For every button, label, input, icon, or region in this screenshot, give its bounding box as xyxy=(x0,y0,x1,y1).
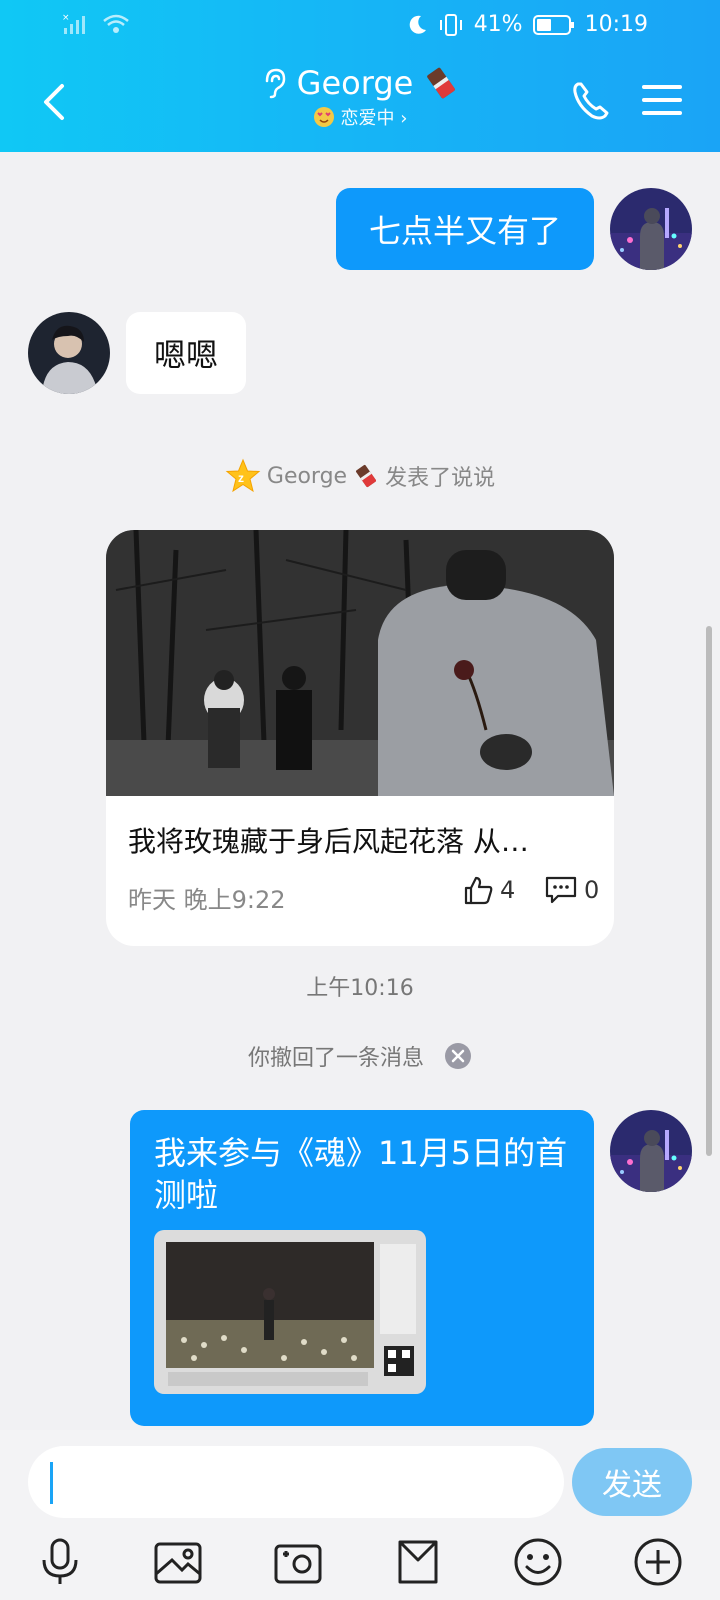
relationship-status: 恋爱中 › xyxy=(340,108,408,129)
avatar-image xyxy=(610,188,692,270)
shared-post-card[interactable]: 我将玫瑰藏于身后风起花落 从… 昨天 晚上9:22 4 0 xyxy=(106,530,614,946)
chat-title[interactable]: George 恋爱中 › xyxy=(220,64,500,130)
avatar-image xyxy=(28,312,110,394)
like-count: 4 xyxy=(500,876,516,904)
ear-icon xyxy=(265,68,285,99)
post-time: 昨天 晚上9:22 xyxy=(128,886,286,914)
text-caret xyxy=(50,1462,53,1504)
camera-icon[interactable] xyxy=(272,1536,324,1588)
emoji-icon[interactable] xyxy=(512,1536,564,1588)
recall-notice-text: 你撤回了一条消息 xyxy=(247,1046,424,1071)
post-notice-name: George xyxy=(266,463,348,489)
input-bar: 发送 xyxy=(0,1430,720,1600)
phone-icon xyxy=(573,82,609,120)
svg-text:z: z xyxy=(238,471,244,485)
svg-text:×: × xyxy=(62,13,70,23)
contact-avatar[interactable] xyxy=(28,312,110,394)
scrollbar[interactable] xyxy=(706,626,712,1156)
back-button[interactable] xyxy=(36,80,76,124)
like-button[interactable]: 4 xyxy=(462,874,515,906)
post-image xyxy=(106,530,614,796)
chevron-left-icon xyxy=(44,84,64,120)
qzone-star-icon: z xyxy=(225,458,261,493)
message-text: 嗯嗯 xyxy=(153,336,218,374)
close-circle-icon[interactable] xyxy=(444,1042,472,1070)
game-share-bubble[interactable]: 我来参与《魂》11月5日的首测啦 xyxy=(130,1110,594,1426)
file-icon[interactable] xyxy=(392,1536,444,1588)
battery-icon xyxy=(532,14,574,35)
game-thumbnail xyxy=(154,1230,426,1394)
image-icon[interactable] xyxy=(152,1536,204,1588)
comment-icon xyxy=(545,876,577,904)
battery-percent: 41% xyxy=(473,12,523,37)
chocolate-icon xyxy=(427,67,456,99)
call-button[interactable] xyxy=(568,78,614,124)
send-button[interactable]: 发送 xyxy=(572,1448,692,1516)
message-bubble-outgoing[interactable]: 七点半又有了 xyxy=(336,188,594,270)
clock: 10:19 xyxy=(584,12,648,37)
wifi-icon xyxy=(103,14,129,33)
contact-name: George xyxy=(296,64,414,102)
message-bubble-incoming[interactable]: 嗯嗯 xyxy=(126,312,246,394)
my-avatar[interactable] xyxy=(610,1110,692,1192)
comment-button[interactable]: 0 xyxy=(544,874,599,906)
nav-bar: George 恋爱中 › xyxy=(0,52,720,152)
signal-icon: × xyxy=(62,13,85,34)
message-input[interactable] xyxy=(28,1446,564,1518)
love-face-icon xyxy=(313,107,334,127)
status-bar: × 41% 10:19 xyxy=(0,0,720,52)
chat-header: × 41% 10:19 George 恋爱中 › xyxy=(0,0,720,152)
chocolate-icon xyxy=(356,464,377,488)
thumbs-up-icon xyxy=(464,876,493,905)
my-avatar[interactable] xyxy=(610,188,692,270)
menu-button[interactable] xyxy=(642,82,682,118)
timestamp: 上午10:16 xyxy=(306,976,414,1001)
hamburger-icon xyxy=(642,85,682,115)
post-title: 我将玫瑰藏于身后风起花落 从… xyxy=(128,825,529,858)
moon-icon xyxy=(409,15,426,34)
microphone-icon[interactable] xyxy=(34,1536,86,1588)
recall-notice: 你撤回了一条消息 xyxy=(0,1040,720,1072)
message-text: 七点半又有了 xyxy=(368,212,561,250)
vibrate-icon xyxy=(439,13,462,36)
post-notice: z George 发表了说说 xyxy=(0,458,720,494)
post-notice-text: 发表了说说 xyxy=(385,466,496,491)
avatar-image xyxy=(610,1110,692,1192)
comment-count: 0 xyxy=(584,876,600,904)
plus-icon[interactable] xyxy=(632,1536,684,1588)
share-text: 我来参与《魂》11月5日的首测啦 xyxy=(154,1134,568,1214)
